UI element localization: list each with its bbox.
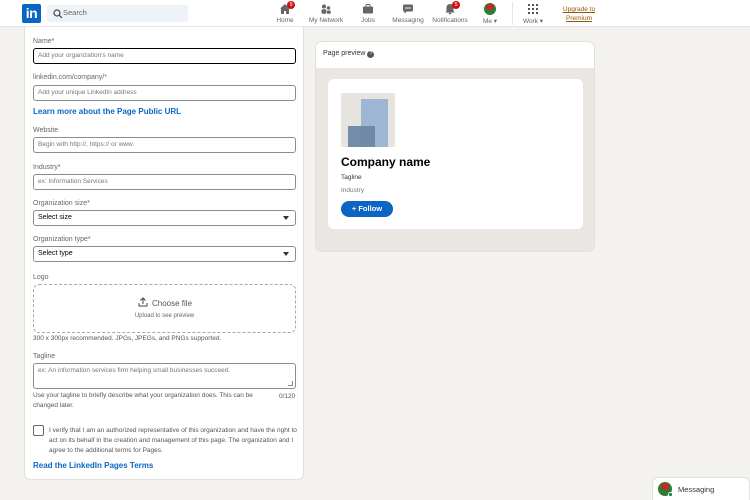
logo-help-text: 300 x 300px recommended. JPGs, JPEGs, an… bbox=[33, 335, 222, 342]
nav-home[interactable]: 9 Home bbox=[273, 1, 297, 26]
name-label: Name* bbox=[33, 38, 55, 45]
page-preview-heading: Page preview? bbox=[323, 50, 375, 58]
tagline-placeholder: ex: An information services firm helping… bbox=[38, 367, 231, 374]
preview-company-name: Company name bbox=[341, 155, 431, 169]
upgrade-premium-link[interactable]: Upgrade to Premium bbox=[560, 5, 598, 23]
nav-work[interactable]: Work ▾ bbox=[518, 2, 548, 26]
page-preview-title: Page preview bbox=[323, 50, 366, 57]
industry-label: Industry* bbox=[33, 164, 61, 171]
search-placeholder: Search bbox=[63, 8, 87, 17]
online-status-dot bbox=[668, 492, 673, 497]
help-icon[interactable]: ? bbox=[367, 51, 375, 58]
page-url-learn-more-link[interactable]: Learn more about the Page Public URL bbox=[33, 107, 181, 116]
url-label: linkedin.com/company/* bbox=[33, 74, 107, 81]
home-icon: 9 bbox=[279, 1, 295, 15]
chevron-down-icon bbox=[283, 252, 289, 256]
choose-file-button[interactable]: Choose file bbox=[152, 299, 192, 308]
nav-me[interactable]: Me ▾ bbox=[478, 2, 502, 26]
type-select[interactable]: Select type bbox=[33, 246, 296, 262]
size-select[interactable]: Select size bbox=[33, 210, 296, 226]
messaging-overlay[interactable]: Messaging bbox=[652, 477, 750, 500]
nav-messaging[interactable]: Messaging bbox=[392, 2, 424, 26]
tagline-label: Tagline bbox=[33, 353, 56, 360]
industry-input[interactable]: ex: Information Services bbox=[33, 174, 296, 190]
nav-jobs[interactable]: Jobs bbox=[356, 2, 380, 26]
nav-my-network[interactable]: My Network bbox=[306, 2, 346, 26]
tagline-textarea[interactable]: ex: An information services firm helping… bbox=[33, 363, 296, 389]
briefcase-icon bbox=[362, 3, 374, 15]
verify-checkbox[interactable] bbox=[33, 425, 44, 436]
tagline-char-counter: 0/120 bbox=[279, 393, 296, 400]
nav-notifications-label: Notifications bbox=[432, 17, 468, 24]
resize-handle[interactable] bbox=[288, 381, 293, 386]
preview-tagline: Tagline bbox=[341, 174, 362, 181]
verify-text: I verify that I am an authorized represe… bbox=[49, 427, 297, 454]
logo-label: Logo bbox=[33, 274, 49, 281]
upload-subtext: Upload to see preview bbox=[134, 313, 195, 319]
follow-button[interactable]: + Follow bbox=[341, 201, 393, 217]
search-box[interactable]: Search bbox=[47, 5, 188, 22]
name-input[interactable]: Add your organization's name bbox=[33, 48, 296, 64]
search-icon bbox=[53, 9, 63, 19]
home-badge: 9 bbox=[287, 1, 295, 9]
nav-work-label: Work ▾ bbox=[522, 18, 544, 25]
linkedin-logo[interactable]: in bbox=[22, 4, 41, 23]
website-input[interactable]: Begin with http://, https:// or www. bbox=[33, 137, 296, 153]
grid-icon bbox=[527, 3, 539, 15]
preview-company-card: Company name Tagline Industry + Follow bbox=[328, 79, 583, 229]
type-label: Organization type* bbox=[33, 236, 91, 243]
avatar bbox=[484, 3, 496, 15]
type-select-value: Select type bbox=[38, 250, 73, 257]
create-page-form: Name* Add your organization's name linke… bbox=[24, 27, 304, 480]
website-label: Website bbox=[33, 127, 59, 134]
url-input[interactable]: Add your unique LinkedIn address bbox=[33, 85, 296, 101]
chat-icon bbox=[402, 3, 414, 15]
bell-icon: 5 bbox=[444, 1, 460, 15]
nav-messaging-label: Messaging bbox=[392, 17, 424, 24]
messaging-label: Messaging bbox=[678, 485, 715, 494]
logo-upload-dropzone[interactable]: Choose file Upload to see preview bbox=[33, 284, 296, 333]
chevron-down-icon bbox=[283, 216, 289, 220]
tagline-help-text: Use your tagline to briefly describe wha… bbox=[33, 392, 253, 409]
size-label: Organization size* bbox=[33, 200, 90, 207]
preview-industry: Industry bbox=[341, 187, 365, 194]
people-icon bbox=[320, 3, 332, 15]
pages-terms-link[interactable]: Read the LinkedIn Pages Terms bbox=[33, 461, 153, 470]
page-preview-panel: Page preview? Company name Tagline Indus… bbox=[315, 41, 595, 252]
upload-icon bbox=[138, 297, 148, 307]
size-select-value: Select size bbox=[38, 214, 72, 221]
nav-me-label: Me ▾ bbox=[482, 18, 498, 25]
nav-jobs-label: Jobs bbox=[361, 17, 375, 24]
company-logo-placeholder bbox=[341, 93, 395, 147]
top-nav: in Search 9 Home My Network Jobs Messagi… bbox=[0, 0, 750, 27]
nav-home-label: Home bbox=[276, 17, 294, 24]
nav-notifications[interactable]: 5 Notifications bbox=[432, 1, 468, 26]
nav-divider bbox=[512, 2, 513, 25]
notifications-badge: 5 bbox=[452, 1, 460, 9]
nav-my-network-label: My Network bbox=[308, 17, 344, 24]
